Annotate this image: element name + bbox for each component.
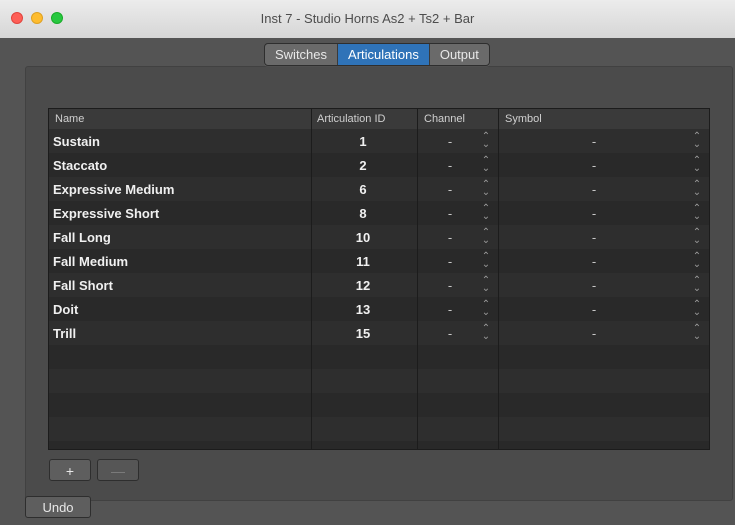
symbol-stepper-icon[interactable]: ⌃ ⌄ xyxy=(692,156,702,174)
empty-row xyxy=(49,417,709,441)
channel-value[interactable]: - xyxy=(424,206,476,221)
column-divider xyxy=(498,109,499,449)
channel-value[interactable]: - xyxy=(424,158,476,173)
channel-stepper-icon[interactable]: ⌃ ⌄ xyxy=(481,252,491,270)
articulations-table: Name Articulation ID Channel Symbol Sust… xyxy=(48,108,710,450)
articulation-id[interactable]: 12 xyxy=(311,278,415,293)
articulation-id[interactable]: 15 xyxy=(311,326,415,341)
remove-articulation-button[interactable]: — xyxy=(97,459,139,481)
column-divider xyxy=(417,109,418,449)
empty-row xyxy=(49,441,709,449)
tab-articulations[interactable]: Articulations xyxy=(338,44,430,65)
symbol-stepper-icon[interactable]: ⌃ ⌄ xyxy=(692,180,702,198)
column-header-articulation-id[interactable]: Articulation ID xyxy=(317,113,385,125)
articulation-id[interactable]: 1 xyxy=(311,134,415,149)
symbol-stepper-icon[interactable]: ⌃ ⌄ xyxy=(692,324,702,342)
empty-row xyxy=(49,393,709,417)
tab-switches[interactable]: Switches xyxy=(265,44,339,65)
symbol-value[interactable]: - xyxy=(499,134,689,149)
title-bar: Inst 7 - Studio Horns As2 + Ts2 + Bar xyxy=(0,0,735,39)
symbol-value[interactable]: - xyxy=(499,206,689,221)
channel-value[interactable]: - xyxy=(424,254,476,269)
channel-stepper-icon[interactable]: ⌃ ⌄ xyxy=(481,156,491,174)
channel-value[interactable]: - xyxy=(424,302,476,317)
add-articulation-button[interactable]: + xyxy=(49,459,91,481)
symbol-stepper-icon[interactable]: ⌃ ⌄ xyxy=(692,228,702,246)
channel-value[interactable]: - xyxy=(424,182,476,197)
channel-value[interactable]: - xyxy=(424,134,476,149)
tab-output[interactable]: Output xyxy=(430,44,489,65)
channel-stepper-icon[interactable]: ⌃ ⌄ xyxy=(481,324,491,342)
articulation-name[interactable]: Fall Short xyxy=(53,278,113,293)
table-row[interactable]: Staccato 2- ⌃ ⌄ - ⌃ ⌄ xyxy=(49,153,709,177)
table-row[interactable]: Expressive Short 8- ⌃ ⌄ - ⌃ ⌄ xyxy=(49,201,709,225)
symbol-stepper-icon[interactable]: ⌃ ⌄ xyxy=(692,132,702,150)
articulation-id[interactable]: 6 xyxy=(311,182,415,197)
channel-value[interactable]: - xyxy=(424,326,476,341)
symbol-stepper-icon[interactable]: ⌃ ⌄ xyxy=(692,252,702,270)
articulation-name[interactable]: Fall Long xyxy=(53,230,111,245)
table-row[interactable]: Fall Long 10- ⌃ ⌄ - ⌃ ⌄ xyxy=(49,225,709,249)
table-row[interactable]: Doit 13- ⌃ ⌄ - ⌃ ⌄ xyxy=(49,297,709,321)
table-row[interactable]: Fall Short 12- ⌃ ⌄ - ⌃ ⌄ xyxy=(49,273,709,297)
table-row[interactable]: Expressive Medium 6- ⌃ ⌄ - ⌃ ⌄ xyxy=(49,177,709,201)
channel-stepper-icon[interactable]: ⌃ ⌄ xyxy=(481,132,491,150)
articulation-name[interactable]: Expressive Short xyxy=(53,206,159,221)
symbol-value[interactable]: - xyxy=(499,278,689,293)
channel-stepper-icon[interactable]: ⌃ ⌄ xyxy=(481,180,491,198)
column-header-symbol[interactable]: Symbol xyxy=(505,113,542,125)
empty-row xyxy=(49,369,709,393)
articulation-id[interactable]: 10 xyxy=(311,230,415,245)
articulation-name[interactable]: Trill xyxy=(53,326,76,341)
channel-stepper-icon[interactable]: ⌃ ⌄ xyxy=(481,228,491,246)
window-title: Inst 7 - Studio Horns As2 + Ts2 + Bar xyxy=(260,11,475,26)
symbol-stepper-icon[interactable]: ⌃ ⌄ xyxy=(692,276,702,294)
articulation-id[interactable]: 2 xyxy=(311,158,415,173)
channel-value[interactable]: - xyxy=(424,278,476,293)
articulation-id[interactable]: 11 xyxy=(311,254,415,269)
symbol-value[interactable]: - xyxy=(499,182,689,197)
articulation-id[interactable]: 8 xyxy=(311,206,415,221)
symbol-value[interactable]: - xyxy=(499,254,689,269)
symbol-value[interactable]: - xyxy=(499,326,689,341)
table-row[interactable]: Trill 15- ⌃ ⌄ - ⌃ ⌄ xyxy=(49,321,709,345)
articulation-name[interactable]: Sustain xyxy=(53,134,100,149)
channel-value[interactable]: - xyxy=(424,230,476,245)
channel-stepper-icon[interactable]: ⌃ ⌄ xyxy=(481,276,491,294)
column-divider xyxy=(311,109,312,449)
symbol-value[interactable]: - xyxy=(499,158,689,173)
symbol-value[interactable]: - xyxy=(499,230,689,245)
channel-stepper-icon[interactable]: ⌃ ⌄ xyxy=(481,204,491,222)
channel-stepper-icon[interactable]: ⌃ ⌄ xyxy=(481,300,491,318)
articulation-name[interactable]: Expressive Medium xyxy=(53,182,174,197)
column-header-channel[interactable]: Channel xyxy=(424,113,465,125)
articulation-name[interactable]: Staccato xyxy=(53,158,107,173)
tab-bar: Switches Articulations Output xyxy=(264,43,490,66)
table-header: Name Articulation ID Channel Symbol xyxy=(49,109,709,130)
articulation-name[interactable]: Doit xyxy=(53,302,78,317)
undo-button[interactable]: Undo xyxy=(25,496,91,518)
column-header-name[interactable]: Name xyxy=(55,113,84,125)
empty-row xyxy=(49,345,709,369)
articulation-id[interactable]: 13 xyxy=(311,302,415,317)
table-row[interactable]: Fall Medium 11- ⌃ ⌄ - ⌃ ⌄ xyxy=(49,249,709,273)
symbol-stepper-icon[interactable]: ⌃ ⌄ xyxy=(692,300,702,318)
symbol-stepper-icon[interactable]: ⌃ ⌄ xyxy=(692,204,702,222)
symbol-value[interactable]: - xyxy=(499,302,689,317)
articulation-name[interactable]: Fall Medium xyxy=(53,254,128,269)
table-row[interactable]: Sustain 1- ⌃ ⌄ - ⌃ ⌄ xyxy=(49,129,709,153)
